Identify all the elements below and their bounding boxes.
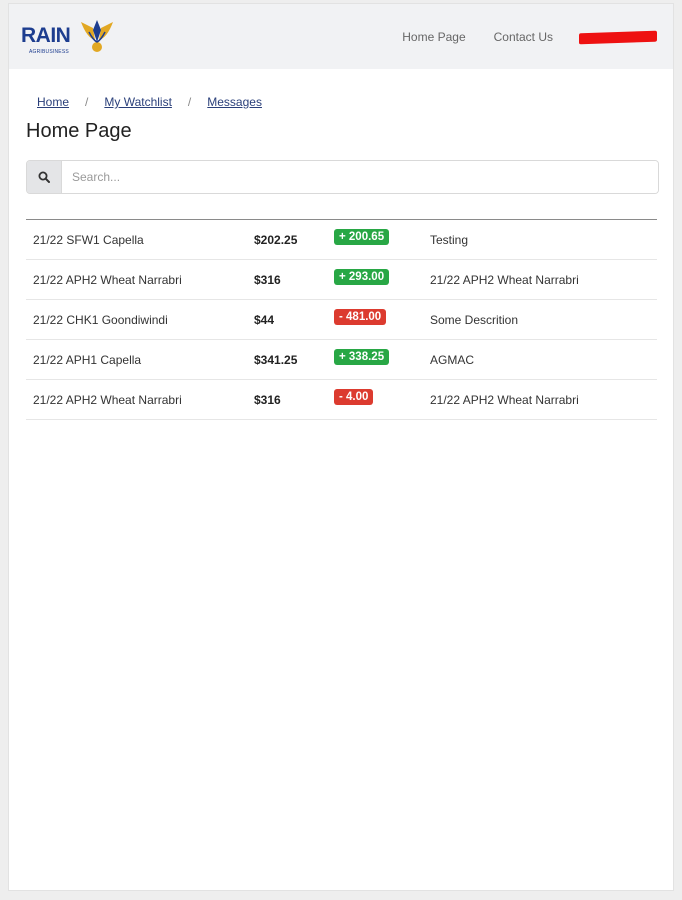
row-description: 21/22 APH2 Wheat Narrabri — [430, 392, 579, 407]
logo-text: RAIN — [21, 24, 71, 47]
logo-emblem-icon — [81, 20, 113, 52]
logo-subtext: AGRIBUSINESS — [29, 49, 69, 55]
nav-links: Home Page Contact Us — [374, 30, 657, 44]
row-name: 21/22 APH2 Wheat Narrabri — [33, 392, 182, 407]
breadcrumb-my-watchlist[interactable]: My Watchlist — [104, 95, 172, 109]
row-name: 21/22 SFW1 Capella — [33, 232, 144, 247]
page-title: Home Page — [26, 120, 132, 142]
row-price: $316 — [254, 272, 281, 287]
watchlist-table: 21/22 SFW1 Capella $202.25 + 200.65 Testing… — [26, 219, 657, 420]
row-price: $341.25 — [254, 352, 298, 367]
change-badge-positive: + 293.00 — [334, 268, 390, 285]
row-price: $44 — [254, 312, 275, 327]
change-badge-positive: + 338.25 — [334, 348, 390, 365]
search-input[interactable] — [62, 161, 658, 193]
rain-logo[interactable]: RAIN AGRIBUSINESS — [21, 18, 121, 58]
search-icon[interactable] — [27, 161, 62, 193]
breadcrumb: Home / My Watchlist / Messages — [37, 95, 262, 109]
row-price: $316 — [254, 392, 281, 407]
row-price: $202.25 — [254, 232, 298, 247]
change-badge-negative: - 481.00 — [334, 308, 387, 325]
navbar: RAIN AGRIBUSINESS Home Page Contact Us — [9, 4, 673, 69]
row-change-cell: + 200.65 — [334, 228, 430, 248]
breadcrumb-separator: / — [85, 95, 89, 109]
breadcrumb-messages[interactable]: Messages — [207, 95, 262, 109]
nav-contact-us[interactable]: Contact Us — [494, 30, 553, 44]
table-row[interactable]: 21/22 APH1 Capella $341.25 + 338.25 AGMAC — [26, 340, 657, 380]
row-change-cell: - 481.00 — [334, 308, 430, 328]
change-badge-negative: - 4.00 — [334, 388, 374, 405]
row-change-cell: + 338.25 — [334, 348, 430, 368]
nav-home-page[interactable]: Home Page — [402, 30, 465, 44]
breadcrumb-home[interactable]: Home — [37, 95, 69, 109]
redacted-user-menu[interactable] — [579, 30, 657, 44]
table-row[interactable]: 21/22 CHK1 Goondiwindi $44 - 481.00 Some De… — [26, 300, 657, 340]
app-window: RAIN AGRIBUSINESS Home Page Contact Us H… — [8, 3, 674, 891]
breadcrumb-separator: / — [187, 95, 192, 109]
row-description: 21/22 APH2 Wheat Narrabri — [430, 272, 579, 287]
table-row[interactable]: 21/22 APH2 Wheat Narrabri $316 + 293.00 21/… — [26, 260, 657, 300]
search-bar — [26, 160, 659, 194]
row-change-cell: - 4.00 — [334, 388, 430, 408]
change-badge-positive: + 200.65 — [334, 228, 390, 245]
row-description: Testing — [430, 232, 469, 247]
row-description: Some Descrition — [430, 312, 519, 327]
row-name: 21/22 CHK1 Goondiwindi — [33, 312, 168, 327]
table-row[interactable]: 21/22 APH2 Wheat Narrabri $316 - 4.00 21/22… — [26, 380, 657, 420]
row-name: 21/22 APH1 Capella — [33, 352, 142, 367]
row-description: AGMAC — [430, 352, 475, 367]
row-name: 21/22 APH2 Wheat Narrabri — [33, 272, 182, 287]
row-change-cell: + 293.00 — [334, 268, 430, 288]
table-row[interactable]: 21/22 SFW1 Capella $202.25 + 200.65 Testing — [26, 220, 657, 260]
